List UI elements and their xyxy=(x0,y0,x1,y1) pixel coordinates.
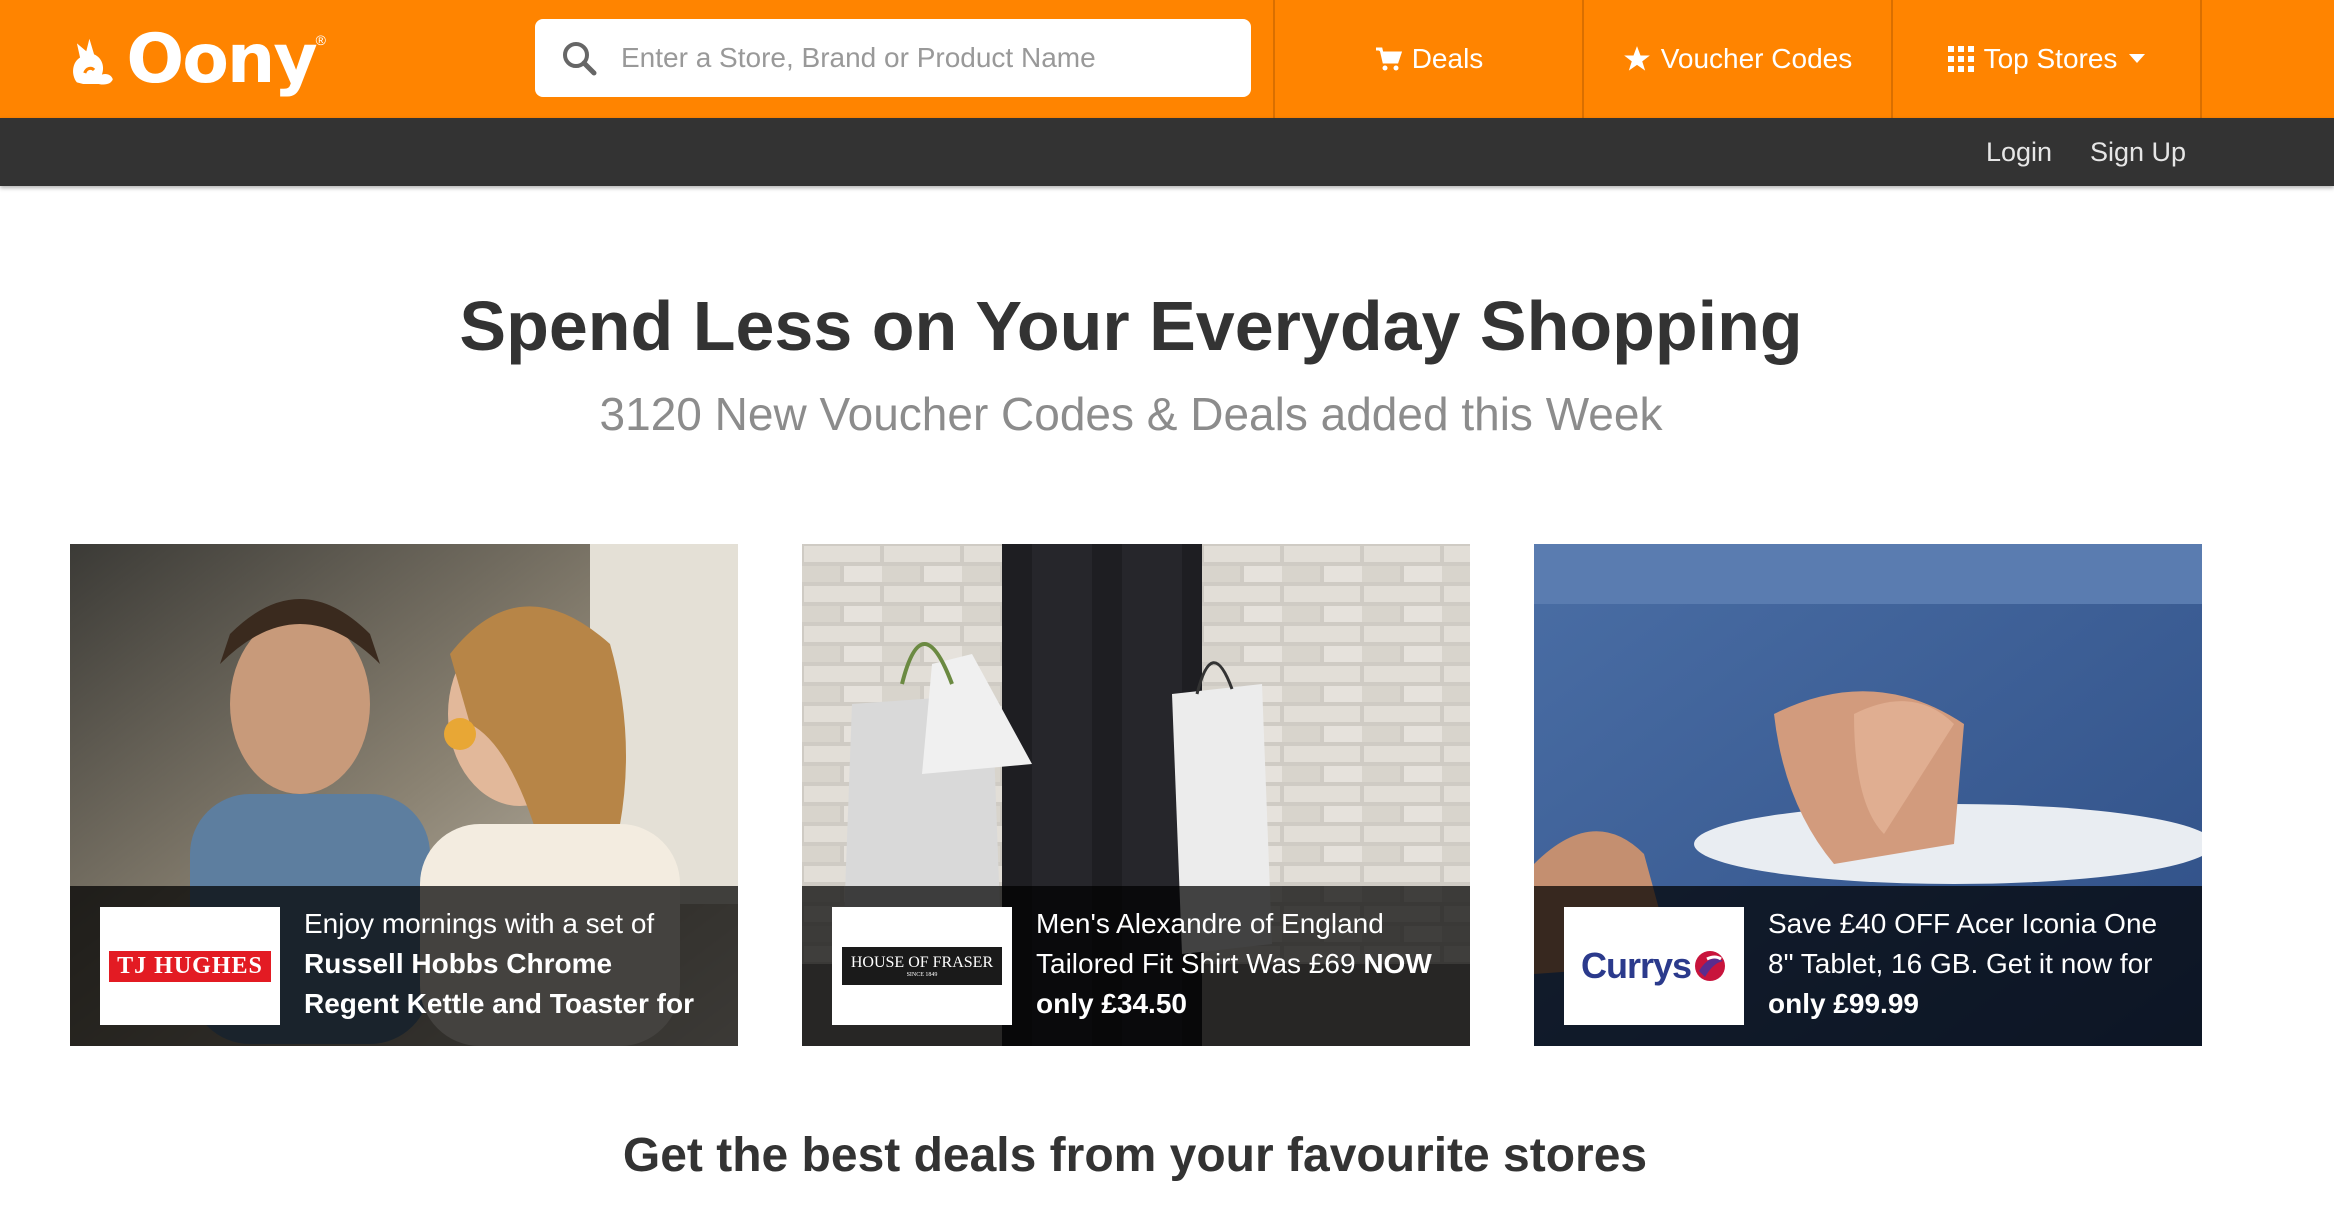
search-icon xyxy=(563,42,597,76)
nav-top-stores-label: Top Stores xyxy=(1983,43,2118,74)
logo-registered-mark: ® xyxy=(315,32,326,48)
account-bar: Login Sign Up xyxy=(0,118,2334,186)
deal-text: Save £40 OFF Acer Iconia One 8" Tablet, … xyxy=(1768,908,2158,979)
deal-description: Save £40 OFF Acer Iconia One 8" Tablet, … xyxy=(1768,904,2178,1024)
deal-description: Men's Alexandre of England Tailored Fit … xyxy=(1036,904,1446,1024)
nav-deals-label: Deals xyxy=(1411,43,1484,74)
signup-link[interactable]: Sign Up xyxy=(2090,118,2186,186)
store-logo-house-of-fraser: HOUSE OF FRASER SINCE 1849 xyxy=(832,907,1012,1025)
nav-voucher-codes[interactable]: Voucher Codes xyxy=(1584,0,1893,118)
store-logo-currys: Currys xyxy=(1564,907,1744,1025)
store-logo-text: HOUSE OF FRASER xyxy=(850,954,994,971)
store-logo-text: TJ HUGHES xyxy=(109,950,271,982)
search-input[interactable] xyxy=(619,41,1223,75)
nav-voucher-codes-label: Voucher Codes xyxy=(1660,43,1853,74)
store-logo-badge: HOUSE OF FRASER SINCE 1849 xyxy=(842,947,1002,985)
currys-swirl-icon xyxy=(1695,951,1726,981)
star-icon xyxy=(1623,46,1650,71)
cart-icon xyxy=(1375,47,1402,71)
search-bar[interactable] xyxy=(535,19,1251,97)
deal-text: Enjoy mornings with a set of xyxy=(304,908,655,939)
nav-top-stores[interactable]: Top Stores xyxy=(1893,0,2202,118)
store-logo-text: Currys xyxy=(1580,945,1692,986)
store-logo-since: SINCE 1849 xyxy=(906,972,938,978)
fox-logo-icon xyxy=(73,38,113,85)
deal-card[interactable]: Currys Save £40 OFF Acer Iconia One 8" T… xyxy=(1534,544,2202,1046)
store-logo-tj-hughes: TJ HUGHES xyxy=(100,907,280,1025)
top-header: Oony ® Deals Voucher Codes xyxy=(0,0,2334,118)
favourite-stores-heading: Get the best deals from your favourite s… xyxy=(622,1129,1648,1182)
deal-card[interactable]: TJ HUGHES Enjoy mornings with a set of R… xyxy=(70,544,738,1046)
site-logo[interactable]: Oony ® xyxy=(66,14,326,104)
hero-title: Spend Less on Your Everyday Shopping xyxy=(459,287,1803,365)
grid-icon xyxy=(1947,46,1974,72)
nav-deals[interactable]: Deals xyxy=(1275,0,1584,118)
main-nav: Deals Voucher Codes Top Stores xyxy=(1273,0,2202,118)
deal-text: Men's Alexandre of England Tailored Fit … xyxy=(1036,908,1384,979)
deal-text-bold: only £99.99 xyxy=(1768,988,1919,1019)
deal-text-bold: Russell Hobbs Chrome Regent Kettle and T… xyxy=(304,948,694,1019)
logo-text: Oony xyxy=(126,19,317,99)
caret-down-icon xyxy=(2129,54,2146,63)
login-link[interactable]: Login xyxy=(1986,118,2052,186)
hero-subtitle: 3120 New Voucher Codes & Deals added thi… xyxy=(599,388,1663,440)
deal-card[interactable]: HOUSE OF FRASER SINCE 1849 Men's Alexand… xyxy=(802,544,1470,1046)
deal-description: Enjoy mornings with a set of Russell Hob… xyxy=(304,904,714,1024)
